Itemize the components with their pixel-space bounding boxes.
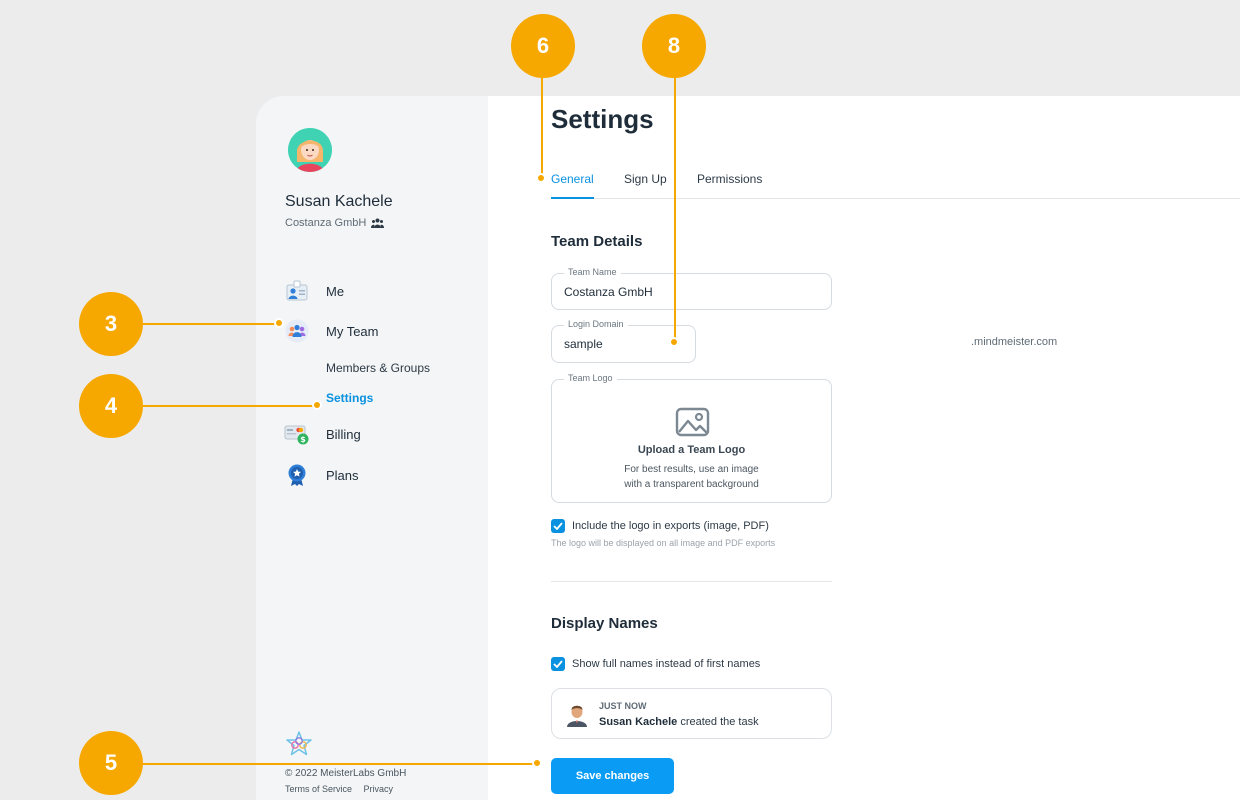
sidebar-item-my-team[interactable]: My Team bbox=[284, 317, 379, 345]
include-logo-hint: The logo will be displayed on all image … bbox=[551, 538, 776, 548]
app-window: Susan Kachele Costanza GmbH Me My Team M… bbox=[256, 96, 1240, 800]
upload-logo-hint-line2: with a transparent background bbox=[624, 479, 759, 490]
sidebar-item-label: My Team bbox=[326, 323, 379, 339]
team-name-field[interactable]: Team Name Costanza GmbH bbox=[551, 267, 832, 310]
sidebar-item-label: Plans bbox=[326, 467, 359, 483]
preview-activity: Susan Kachele created the task bbox=[599, 716, 759, 728]
team-details-title: Team Details bbox=[551, 233, 643, 250]
callout-5-line bbox=[541, 70, 543, 178]
page-title: Settings bbox=[551, 104, 654, 134]
checkmark-icon bbox=[553, 522, 563, 530]
callout-4-line bbox=[140, 405, 318, 407]
upload-logo-title: Upload a Team Logo bbox=[637, 444, 746, 456]
user-team-name: Costanza GmbH bbox=[285, 217, 367, 229]
preview-action-text: created the task bbox=[680, 716, 759, 728]
callout-8-dot bbox=[532, 758, 542, 768]
login-domain-label: Login Domain bbox=[564, 319, 628, 329]
team-members-icon bbox=[284, 319, 310, 343]
save-changes-button[interactable]: Save changes bbox=[551, 758, 674, 794]
tab-sign-up[interactable]: Sign Up bbox=[624, 172, 667, 199]
tab-permissions[interactable]: Permissions bbox=[697, 172, 762, 199]
callout-badge-6: 8 bbox=[642, 14, 706, 78]
image-icon bbox=[675, 407, 710, 442]
credit-card-icon: $ bbox=[284, 422, 310, 446]
include-logo-label: Include the logo in exports (image, PDF) bbox=[572, 520, 769, 532]
checkmark-icon bbox=[553, 660, 563, 668]
upload-logo-hint-line1: For best results, use an image bbox=[624, 464, 759, 475]
preview-user-name: Susan Kachele bbox=[599, 716, 678, 728]
callout-badge-4: 4 bbox=[79, 374, 143, 438]
svg-text:$: $ bbox=[300, 435, 306, 444]
callout-6-dot bbox=[669, 337, 679, 347]
callout-3-dot bbox=[274, 318, 284, 328]
callout-badge-8: 5 bbox=[79, 731, 143, 795]
callout-8-line bbox=[140, 763, 538, 765]
team-logo-label: Team Logo bbox=[564, 373, 617, 383]
display-name-preview: JUST NOW Susan Kachele created the task bbox=[551, 688, 832, 739]
login-domain-value: sample bbox=[564, 337, 603, 351]
footer-links: Terms of Service Privacy bbox=[285, 784, 402, 794]
callout-4-dot bbox=[312, 400, 322, 410]
user-team: Costanza GmbH bbox=[285, 217, 385, 229]
preview-avatar bbox=[566, 701, 588, 727]
avatar-illustration bbox=[288, 128, 332, 172]
sidebar-item-plans[interactable]: Plans bbox=[284, 461, 359, 489]
preview-timestamp: JUST NOW bbox=[599, 701, 647, 711]
sidebar: Susan Kachele Costanza GmbH Me My Team M… bbox=[256, 96, 488, 800]
main-content: Settings General Sign Up Permissions Tea… bbox=[488, 96, 1240, 800]
tab-general[interactable]: General bbox=[551, 172, 594, 199]
sidebar-subitem-members-groups[interactable]: Members & Groups bbox=[326, 361, 430, 375]
sidebar-item-label: Billing bbox=[326, 426, 361, 442]
meisterlabs-logo-icon bbox=[285, 730, 313, 763]
full-names-checkbox[interactable] bbox=[551, 657, 565, 671]
settings-tabs: General Sign Up Permissions bbox=[551, 172, 1240, 199]
display-names-title: Display Names bbox=[551, 615, 658, 632]
full-names-label: Show full names instead of first names bbox=[572, 658, 761, 670]
team-name-label: Team Name bbox=[564, 267, 621, 277]
team-name-value: Costanza GmbH bbox=[564, 285, 653, 299]
team-icon bbox=[371, 218, 385, 228]
sidebar-item-billing[interactable]: $ Billing bbox=[284, 420, 361, 448]
copyright-text: © 2022 MeisterLabs GmbH bbox=[285, 768, 407, 779]
award-badge-icon bbox=[284, 463, 310, 487]
sidebar-item-label: Me bbox=[326, 283, 345, 299]
domain-suffix: .mindmeister.com bbox=[971, 336, 1058, 348]
user-name: Susan Kachele bbox=[285, 193, 393, 210]
callout-5-dot bbox=[536, 173, 546, 183]
id-card-icon bbox=[284, 279, 310, 303]
include-logo-checkbox[interactable] bbox=[551, 519, 565, 533]
sidebar-item-me[interactable]: Me bbox=[284, 277, 344, 305]
callout-3-line bbox=[140, 323, 280, 325]
user-avatar[interactable] bbox=[288, 128, 332, 172]
terms-of-service-link[interactable]: Terms of Service bbox=[285, 784, 352, 794]
team-logo-upload[interactable]: Team Logo Upload a Team Logo For best re… bbox=[551, 373, 832, 503]
section-divider bbox=[551, 581, 832, 582]
sidebar-subitem-settings[interactable]: Settings bbox=[326, 391, 373, 405]
callout-badge-3: 3 bbox=[79, 292, 143, 356]
callout-6-line bbox=[674, 70, 676, 342]
callout-badge-5: 6 bbox=[511, 14, 575, 78]
privacy-link[interactable]: Privacy bbox=[364, 784, 394, 794]
